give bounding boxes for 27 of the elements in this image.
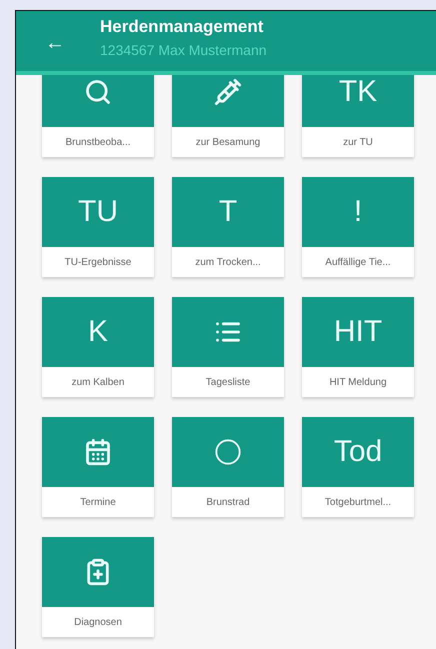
menu-tile[interactable]: HIT HIT Meldung [302, 297, 414, 397]
back-button[interactable]: ← [40, 31, 70, 55]
tile-glyph: Tod [334, 435, 382, 469]
screen-title: Herdenmanagement [100, 17, 264, 37]
tile-glyph: TK [338, 75, 378, 109]
search-icon [84, 78, 112, 106]
menu-tile[interactable]: Tod Totgeburtmel... [302, 417, 414, 517]
menu-tile[interactable]: Tagesliste [172, 297, 284, 397]
tile-glyph: HIT [334, 315, 382, 349]
menu-tile[interactable]: Brunstbeoba... [42, 75, 154, 157]
menu-tile[interactable]: Termine [42, 417, 154, 517]
tile-glyph: ! [354, 195, 362, 229]
screen-subtitle: 1234567 Max Mustermann [100, 42, 267, 58]
menu-tile[interactable]: zur Besamung [172, 75, 284, 157]
syringe-icon [214, 78, 242, 106]
tile-glyph: K [88, 315, 108, 349]
circle-icon [214, 438, 242, 466]
tile-glyph: TU [78, 195, 118, 229]
menu-tile[interactable]: Brunstrad [172, 417, 284, 517]
menu-tile[interactable]: K zum Kalben [42, 297, 154, 397]
menu-tile[interactable]: Diagnosen [42, 537, 154, 637]
menu-tile[interactable]: TU TU-Ergebnisse [42, 177, 154, 277]
tile-glyph: T [218, 195, 238, 229]
calendar-icon [84, 438, 112, 466]
menu-tile[interactable]: ! Auffällige Tie... [302, 177, 414, 277]
menu-tile[interactable]: T zum Trocken... [172, 177, 284, 277]
menu-tile[interactable]: TK zur TU [302, 75, 414, 157]
